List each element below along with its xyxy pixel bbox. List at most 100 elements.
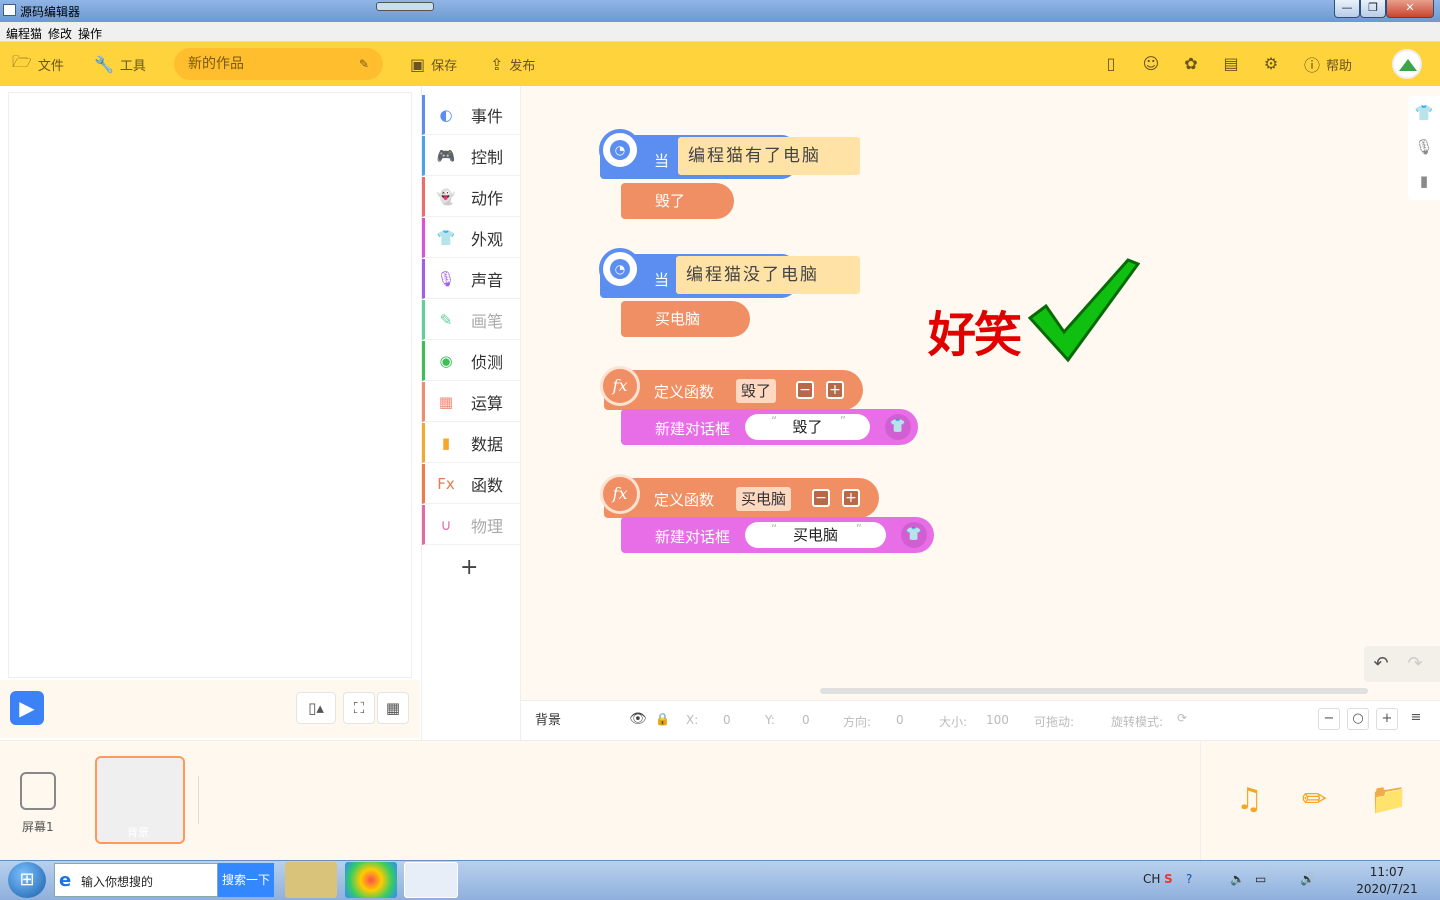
event-message-input-1[interactable]: 编程猫有了电脑 [678, 137, 860, 175]
microphone-icon[interactable]: 🎙 [1408, 130, 1440, 164]
category-item-7[interactable]: ▦ 运算 [422, 382, 520, 422]
define-function-label-2: 定义函数 [654, 491, 715, 509]
codemao-taskbar-icon[interactable] [404, 862, 458, 898]
grid-icon[interactable]: ▦ [377, 692, 409, 724]
tools-button[interactable]: 🔧 工具 [94, 42, 146, 86]
redo-icon[interactable]: ↷ [1398, 646, 1432, 682]
dialog-label-1: 新建对话框 [655, 420, 731, 438]
taskbar-search-button[interactable]: 搜索一下 [218, 863, 274, 897]
size-input[interactable]: 100 [986, 713, 1009, 727]
costume-icon[interactable]: 👕 [885, 414, 911, 440]
robot-icon[interactable]: ☺ [1141, 54, 1161, 74]
extensions-icon[interactable]: ✿ [1181, 54, 1201, 74]
rotate-icon[interactable]: ⟳ [1177, 711, 1187, 725]
lock-icon[interactable]: 🔒 [655, 712, 670, 726]
remove-param-button[interactable]: − [796, 381, 814, 399]
network-icon[interactable]: ▭ [1255, 872, 1266, 886]
settings-icon[interactable]: ⚙ [1261, 54, 1281, 74]
add-param-button[interactable]: + [842, 489, 860, 507]
zoom-out-icon[interactable]: − [1318, 708, 1340, 730]
publish-label: 发布 [509, 58, 536, 74]
dialog-text-input-2[interactable]: “ 买电脑 ” [745, 522, 886, 548]
menu-bar: 编程猫 修改 操作 [0, 22, 1440, 42]
category-item-3[interactable]: 👕 外观 [422, 218, 520, 258]
help-button[interactable]: ⓘ 帮助 [1304, 42, 1352, 86]
function-name-input-1[interactable]: 毁了 [736, 379, 777, 403]
category-label: 侦测 [471, 352, 504, 372]
stage-canvas[interactable] [8, 92, 412, 678]
photos-icon[interactable] [345, 862, 397, 898]
add-folder-icon[interactable]: 📁 [1370, 782, 1407, 817]
save-icon: ▣ [410, 54, 426, 74]
close-button[interactable]: ✕ [1386, 0, 1434, 18]
user-avatar[interactable] [1392, 49, 1422, 79]
x-input[interactable]: 0 [723, 713, 731, 727]
background-thumbnail[interactable]: 背景 [95, 756, 185, 844]
costume-icon[interactable]: 👕 [901, 522, 927, 548]
category-item-6[interactable]: ◉ 侦测 [422, 341, 520, 381]
category-item-8[interactable]: ▮ 数据 [422, 423, 520, 463]
category-item-10[interactable]: ∪ 物理 [422, 505, 520, 545]
checkmark-icon [1028, 258, 1140, 363]
menu-item-codemao[interactable]: 编程猫 [6, 22, 42, 42]
event-message-input-2[interactable]: 编程猫没了电脑 [676, 256, 860, 294]
device-switch-button[interactable]: ▯▴ [296, 692, 336, 724]
backpack-icon[interactable]: ▤ [1221, 54, 1241, 74]
menu-item-operate[interactable]: 操作 [78, 22, 102, 42]
function-icon: fx [600, 474, 640, 514]
play-button[interactable]: ▶ [10, 691, 44, 725]
bar-chart-icon[interactable]: ▮ [1408, 164, 1440, 198]
volume-icon[interactable]: 🔊 [1300, 872, 1315, 886]
undo-icon[interactable]: ↶ [1364, 646, 1398, 682]
maximize-button[interactable]: ❐ [1360, 0, 1386, 18]
shirt-icon[interactable]: 👕 [1408, 96, 1440, 130]
fullscreen-icon[interactable]: ⛶ [343, 692, 375, 724]
start-button[interactable]: ⊞ [8, 862, 46, 898]
category-item-5[interactable]: ✎ 画笔 [422, 300, 520, 340]
publish-button[interactable]: ⇪ 发布 [490, 42, 535, 86]
category-item-0[interactable]: ◐ 事件 [422, 95, 520, 135]
category-label: 事件 [471, 106, 504, 126]
category-item-2[interactable]: 👻 动作 [422, 177, 520, 217]
taskbar-search-input[interactable]: e 输入你想搜的 [54, 863, 218, 897]
file-explorer-icon[interactable] [285, 862, 337, 898]
magnet-icon: ∪ [440, 515, 452, 534]
sogou-icon[interactable]: S [1164, 872, 1173, 886]
language-indicator[interactable]: CH [1143, 872, 1160, 886]
menu-icon[interactable]: ≡ [1405, 708, 1427, 730]
tools-label: 工具 [119, 58, 146, 74]
zoom-in-icon[interactable]: + [1376, 708, 1398, 730]
file-button[interactable]: 🗁 文件 [12, 42, 64, 86]
add-category-button[interactable]: + [460, 555, 478, 580]
remove-param-button[interactable]: − [812, 489, 830, 507]
category-item-1[interactable]: 🎮 控制 [422, 136, 520, 176]
system-clock[interactable]: 11:07 2020/7/21 [1350, 864, 1424, 898]
function-call-block-2[interactable]: 买电脑 [621, 301, 750, 337]
function-icon: fx [600, 366, 640, 406]
zoom-reset-icon[interactable]: ○ [1347, 708, 1369, 730]
function-name-input-2[interactable]: 买电脑 [736, 487, 792, 511]
category-item-9[interactable]: Fx 函数 [422, 464, 520, 504]
phone-icon[interactable]: ▯ [1101, 54, 1121, 74]
speaker-icon[interactable]: 🔈 [1230, 872, 1245, 886]
project-name-input[interactable]: 新的作品 ✎ [174, 48, 383, 80]
pen-icon: ✎ [439, 310, 453, 329]
direction-input[interactable]: 0 [896, 713, 904, 727]
menu-item-edit[interactable]: 修改 [48, 22, 72, 42]
clock-time: 11:07 [1369, 865, 1405, 879]
overlay-text: 好笑 [928, 307, 1022, 363]
y-input[interactable]: 0 [802, 713, 810, 727]
save-button[interactable]: ▣ 保存 [410, 42, 457, 86]
minimize-button[interactable]: — [1334, 0, 1360, 18]
workspace-horizontal-scrollbar[interactable] [820, 688, 1368, 694]
category-item-4[interactable]: 🎙 声音 [422, 259, 520, 299]
music-icon[interactable]: ♫ [1236, 782, 1263, 817]
pencil-icon[interactable]: ✏ [1302, 782, 1327, 817]
function-call-block-1[interactable]: 毁了 [621, 183, 734, 219]
help-tray-icon[interactable]: ? [1186, 872, 1192, 886]
add-param-button[interactable]: + [826, 381, 844, 399]
dialog-text-input-1[interactable]: “ 毁了 ” [745, 414, 870, 440]
eye-icon[interactable]: 👁 [629, 711, 647, 727]
define-function-block-1[interactable] [604, 370, 863, 410]
tablet-icon[interactable] [20, 772, 56, 810]
